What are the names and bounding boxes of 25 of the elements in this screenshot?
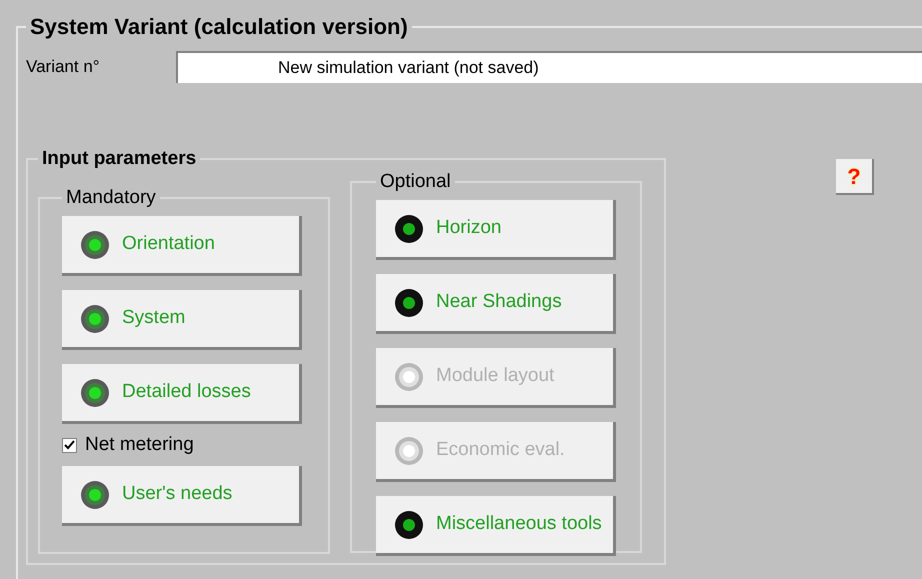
variant-field[interactable]: New simulation variant (not saved) — [176, 51, 922, 83]
checkbox[interactable] — [62, 438, 77, 452]
group-title: Mandatory — [65, 186, 157, 210]
group-title: Input parameters — [41, 147, 198, 171]
status-led-icon — [80, 378, 110, 408]
parameter-button[interactable]: Miscellaneous tools — [376, 496, 616, 556]
parameter-button[interactable]: Orientation — [62, 216, 302, 276]
status-led-icon — [80, 230, 110, 260]
parameter-button[interactable]: System — [62, 290, 302, 350]
parameter-button[interactable]: Near Shadings — [376, 274, 616, 334]
field-label: Variant n° — [26, 56, 101, 78]
window-title: System Variant (calculation version) — [29, 13, 409, 41]
group-title: Optional — [379, 170, 452, 194]
parameter-button[interactable]: Detailed losses — [62, 364, 302, 424]
status-led-icon — [394, 436, 424, 466]
status-led-icon — [394, 214, 424, 244]
status-led-icon — [394, 288, 424, 318]
status-led-icon — [80, 480, 110, 510]
help-button[interactable]: ? — [836, 159, 874, 195]
status-led-icon — [80, 304, 110, 334]
status-led-icon — [394, 362, 424, 392]
checkbox-label: Net metering — [85, 432, 194, 457]
parameter-button[interactable]: Horizon — [376, 200, 616, 260]
parameter-button[interactable]: User's needs — [62, 466, 302, 526]
status-led-icon — [394, 510, 424, 540]
